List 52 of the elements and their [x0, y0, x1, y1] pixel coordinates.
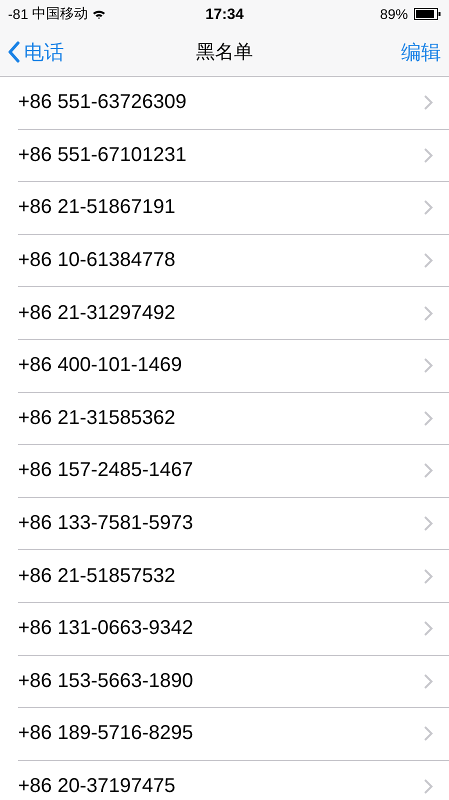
phone-number: +86 21-51857532 [18, 564, 176, 588]
phone-number: +86 21-31585362 [18, 406, 176, 430]
blocked-number-row[interactable]: +86 21-51857532 [18, 550, 449, 603]
blocked-number-row[interactable]: +86 157-2485-1467 [18, 445, 449, 498]
page-title: 黑名单 [196, 41, 253, 65]
phone-number: +86 400-101-1469 [18, 354, 182, 378]
blocked-number-row[interactable]: +86 21-51867191 [18, 182, 449, 235]
status-time: 17:34 [205, 6, 244, 22]
chevron-right-icon [424, 253, 433, 268]
battery-percentage: 89% [380, 6, 408, 22]
blocked-number-row[interactable]: +86 21-31297492 [18, 287, 449, 340]
phone-number: +86 20-37197475 [18, 775, 176, 798]
edit-button[interactable]: 编辑 [401, 38, 441, 66]
chevron-right-icon [424, 779, 433, 794]
blocked-number-row[interactable]: +86 551-67101231 [18, 130, 449, 182]
phone-number: +86 157-2485-1467 [18, 459, 194, 482]
phone-number: +86 153-5663-1890 [18, 670, 194, 693]
chevron-right-icon [424, 410, 433, 426]
blocked-number-row[interactable]: +86 189-5716-8295 [18, 708, 449, 761]
chevron-right-icon [424, 148, 433, 163]
blocked-number-row[interactable]: +86 20-37197475 [18, 760, 449, 800]
chevron-right-icon [424, 358, 433, 374]
chevron-right-icon [424, 726, 433, 742]
blocked-number-row[interactable]: +86 131-0663-9342 [18, 602, 449, 656]
phone-number: +86 10-61384778 [18, 249, 176, 272]
blocked-number-row[interactable]: +86 21-31585362 [18, 392, 449, 446]
chevron-right-icon [424, 516, 433, 532]
chevron-right-icon [424, 621, 433, 636]
chevron-right-icon [424, 568, 433, 584]
back-button[interactable]: 电话 [8, 38, 64, 66]
signal-strength: -81 [8, 6, 28, 22]
phone-number: +86 21-51867191 [18, 196, 176, 220]
carrier-name: 中国移动 [32, 5, 88, 23]
phone-number: +86 21-31297492 [18, 302, 176, 325]
battery-icon [414, 8, 441, 20]
blocked-number-row[interactable]: +86 551-63726309 [18, 77, 449, 130]
phone-number: +86 131-0663-9342 [18, 617, 194, 640]
phone-number: +86 551-67101231 [18, 144, 186, 167]
blocked-number-row[interactable]: +86 153-5663-1890 [18, 656, 449, 708]
phone-number: +86 189-5716-8295 [18, 722, 194, 746]
phone-number: +86 551-63726309 [18, 91, 186, 114]
chevron-right-icon [424, 306, 433, 321]
chevron-right-icon [424, 95, 433, 110]
chevron-right-icon [424, 200, 433, 216]
chevron-right-icon [424, 674, 433, 689]
chevron-right-icon [424, 463, 433, 478]
blocked-number-row[interactable]: +86 133-7581-5973 [18, 498, 449, 550]
phone-number: +86 133-7581-5973 [18, 512, 194, 536]
blocked-number-row[interactable]: +86 10-61384778 [18, 234, 449, 288]
blocked-number-row[interactable]: +86 400-101-1469 [18, 340, 449, 393]
chevron-left-icon [8, 41, 20, 63]
wifi-icon [92, 9, 106, 19]
